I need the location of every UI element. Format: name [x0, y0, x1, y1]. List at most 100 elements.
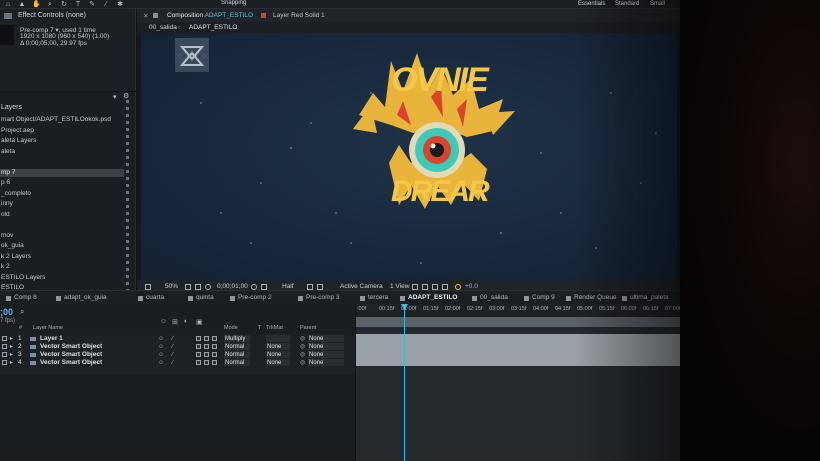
- parent-pickwhip-icon[interactable]: ◎: [300, 359, 305, 367]
- adjustment-switch[interactable]: [212, 352, 217, 357]
- composition-viewer[interactable]: OVNIE DREAR: [141, 33, 677, 280]
- close-tab-icon[interactable]: ✕: [143, 12, 148, 20]
- timeline-tab[interactable]: Comp 9: [532, 294, 555, 301]
- timeline-tab[interactable]: quinta: [196, 294, 214, 301]
- project-item[interactable]: _completo: [0, 190, 124, 198]
- lock-icon[interactable]: [153, 13, 158, 18]
- layer-name[interactable]: Layer 1: [40, 335, 63, 343]
- workspace-essentials[interactable]: Essentials: [578, 1, 605, 7]
- resolution-dropdown[interactable]: Half: [282, 283, 294, 290]
- brush-tool-icon[interactable]: ∕: [102, 1, 110, 8]
- timeline-tab[interactable]: Pre-comp 3: [306, 294, 340, 301]
- parent-dropdown[interactable]: None: [308, 335, 344, 342]
- quality-switch-icon[interactable]: ∕: [172, 343, 173, 351]
- home-tool-icon[interactable]: ⌂: [4, 1, 12, 8]
- blend-mode-dropdown[interactable]: Normal: [224, 343, 250, 350]
- layer-track-4[interactable]: [356, 358, 700, 366]
- track-matte-dropdown[interactable]: [266, 335, 290, 342]
- rotate-tool-icon[interactable]: ↻: [60, 1, 68, 8]
- shy-switch-icon[interactable]: ☺: [158, 335, 164, 343]
- quality-switch-icon[interactable]: ∕: [172, 359, 173, 367]
- work-area-bar[interactable]: [356, 317, 700, 327]
- adjustment-switch[interactable]: [212, 344, 217, 349]
- layer-tab[interactable]: Layer Red Solid 1: [273, 12, 325, 19]
- timeline-tab[interactable]: adapt_ok_guia: [64, 294, 107, 301]
- panel-menu-icon[interactable]: [4, 13, 12, 19]
- visibility-toggle[interactable]: [2, 336, 7, 341]
- parent-pickwhip-icon[interactable]: ◎: [300, 343, 305, 351]
- selection-tool-icon[interactable]: ▲: [18, 1, 26, 8]
- project-item[interactable]: k 2 Layers: [0, 253, 124, 261]
- quality-switch-icon[interactable]: ∕: [172, 351, 173, 359]
- time-ruler[interactable]: :00f 00:15f 01:00f 01:15f 02:00f 02:15f 03:00f…: [356, 304, 702, 317]
- timeline-tab[interactable]: ultima_paleta: [630, 294, 669, 301]
- hand-tool-icon[interactable]: ✋: [32, 1, 41, 8]
- blend-mode-dropdown[interactable]: Normal: [224, 359, 250, 366]
- timeline-tab[interactable]: tercera: [368, 294, 388, 301]
- fx-switch[interactable]: [196, 352, 201, 357]
- zoom-tool-icon[interactable]: ⌕: [46, 1, 54, 8]
- current-time-display[interactable]: ;00: [0, 307, 13, 317]
- project-item[interactable]: ESTILO Layers: [0, 274, 124, 282]
- effect-controls-tab[interactable]: Effect Controls (none): [18, 12, 86, 19]
- composition-tab[interactable]: Composition ADAPT_ESTILO: [167, 12, 253, 19]
- project-item[interactable]: Project.aep: [0, 127, 124, 135]
- puppet-tool-icon[interactable]: ✱: [116, 1, 124, 8]
- timeline-tab[interactable]: cuarta: [146, 294, 164, 301]
- timeline-tab[interactable]: 00_salida: [480, 294, 508, 301]
- pen-tool-icon[interactable]: ✎: [88, 1, 96, 8]
- parent-dropdown[interactable]: None: [308, 359, 344, 366]
- track-matte-dropdown[interactable]: None: [266, 359, 290, 366]
- expand-arrow-icon[interactable]: ▸: [10, 359, 13, 367]
- project-item[interactable]: old: [0, 211, 124, 219]
- adjustment-switch[interactable]: [212, 336, 217, 341]
- fx-switch[interactable]: [196, 360, 201, 365]
- layer-row[interactable]: ▸ 2 Vector Smart Object ☺ ∕ Normal None ◎ None: [0, 343, 355, 351]
- motion-blur-icon[interactable]: ◐: [184, 318, 188, 325]
- motion-blur-switch[interactable]: [204, 352, 209, 357]
- project-item[interactable]: [0, 158, 124, 166]
- expand-arrow-icon[interactable]: ▸: [10, 343, 13, 351]
- expand-arrow-icon[interactable]: ▸: [10, 351, 13, 359]
- layer-name[interactable]: Vector Smart Object: [40, 359, 102, 367]
- col-layer-name[interactable]: Layer Name: [33, 325, 63, 331]
- layer-track-1[interactable]: [356, 334, 700, 342]
- shy-layers-icon[interactable]: ☺: [160, 318, 167, 325]
- timeline-tracks[interactable]: :00f 00:15f 01:00f 01:15f 02:00f 02:15f 03:00f…: [356, 304, 702, 461]
- zoom-dropdown[interactable]: 50%: [165, 283, 178, 290]
- adjustment-switch[interactable]: [212, 360, 217, 365]
- project-item[interactable]: mov: [0, 232, 124, 240]
- project-item[interactable]: aleta Layers: [0, 137, 124, 145]
- parent-pickwhip-icon[interactable]: ◎: [300, 335, 305, 343]
- layer-name[interactable]: Vector Smart Object: [40, 343, 102, 351]
- parent-dropdown[interactable]: None: [308, 351, 344, 358]
- project-item[interactable]: p 6: [0, 179, 124, 187]
- view-layout-dropdown[interactable]: 1 View: [390, 283, 409, 290]
- track-matte-dropdown[interactable]: None: [266, 343, 290, 350]
- shy-switch-icon[interactable]: ☺: [158, 359, 164, 367]
- camera-dropdown[interactable]: Active Camera: [340, 283, 383, 290]
- text-tool-icon[interactable]: T: [74, 1, 82, 8]
- motion-blur-switch[interactable]: [204, 344, 209, 349]
- layer-track-3[interactable]: [356, 350, 700, 358]
- workspace-standard[interactable]: Standard: [615, 1, 639, 7]
- workspace-small[interactable]: Small: [650, 1, 665, 7]
- layer-row[interactable]: ▸ 1 Layer 1 ☺ ∕ Multiply ◎ None: [0, 335, 355, 343]
- layer-row[interactable]: ▸ 4 Vector Smart Object ☺ ∕ Normal None ◎ None: [0, 359, 355, 367]
- panel-options-icon[interactable]: ⚙: [123, 92, 129, 100]
- layer-name[interactable]: Vector Smart Object: [40, 351, 102, 359]
- breadcrumb-00-salida[interactable]: 00_salida: [149, 24, 177, 31]
- shy-switch-icon[interactable]: ☺: [158, 351, 164, 359]
- fx-switch[interactable]: [196, 344, 201, 349]
- layer-row[interactable]: ▸ 3 Vector Smart Object ☺ ∕ Normal None ◎ None: [0, 351, 355, 359]
- project-item[interactable]: [0, 221, 124, 229]
- visibility-toggle[interactable]: [2, 344, 7, 349]
- shy-switch-icon[interactable]: ☺: [158, 343, 164, 351]
- project-item[interactable]: ok_guia: [0, 242, 124, 250]
- fx-switch[interactable]: [196, 336, 201, 341]
- expand-arrow-icon[interactable]: ▸: [10, 335, 13, 343]
- track-matte-dropdown[interactable]: None: [266, 351, 290, 358]
- parent-pickwhip-icon[interactable]: ◎: [300, 351, 305, 359]
- snapping-toggle[interactable]: Snapping: [221, 0, 246, 6]
- timeline-tab[interactable]: Pre-comp 2: [238, 294, 272, 301]
